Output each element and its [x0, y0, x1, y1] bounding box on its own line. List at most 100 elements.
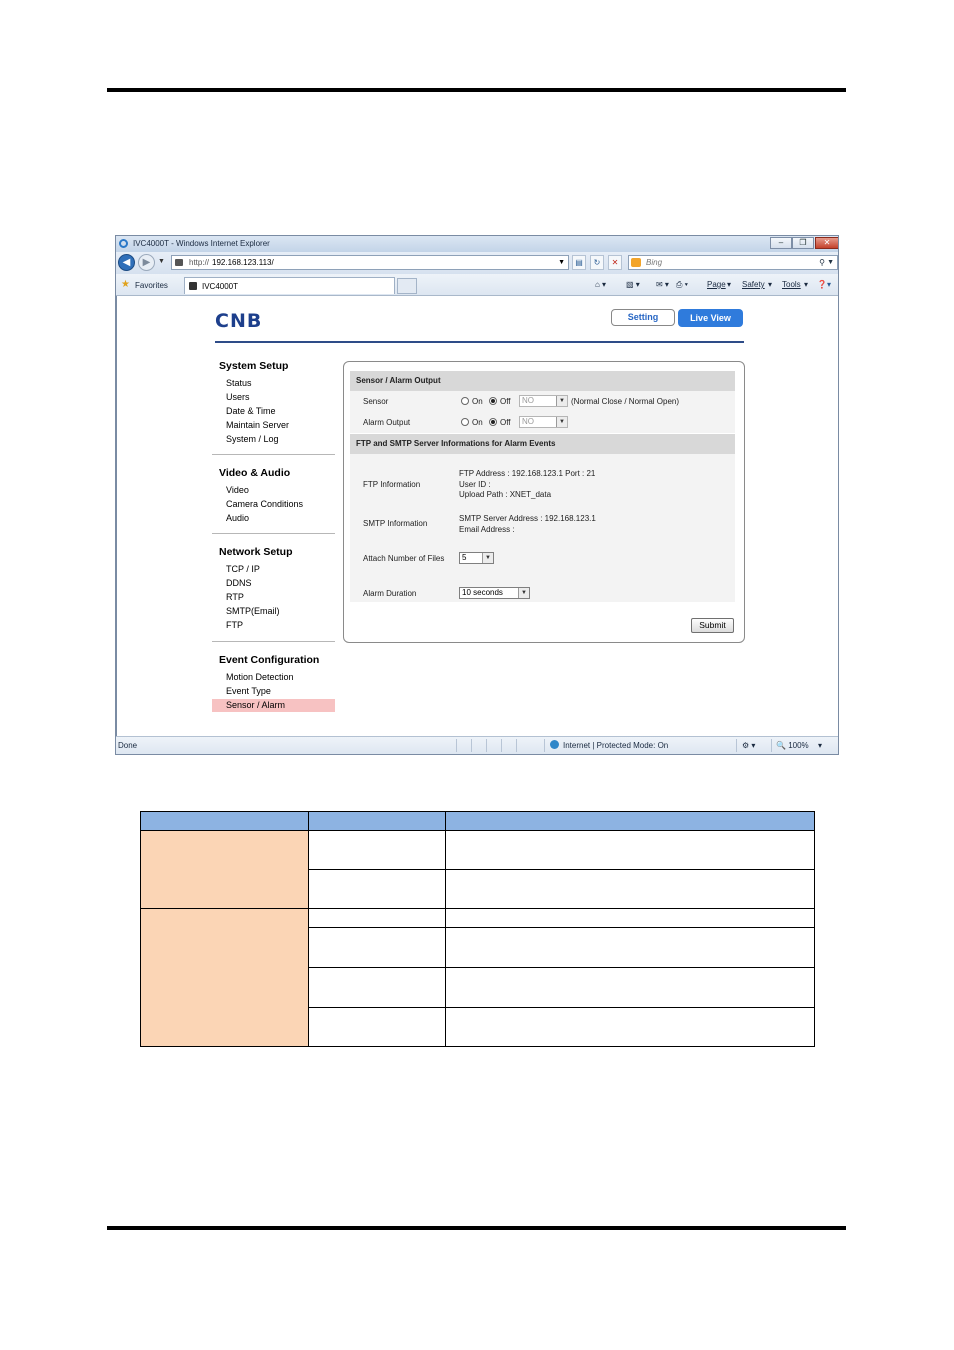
search-icon[interactable]: ⚲ [819, 256, 825, 269]
attach-files-select[interactable]: 5 ▼ [459, 552, 494, 564]
browser-tab[interactable]: IVC4000T [184, 277, 395, 294]
print-icon[interactable]: ⎙ ▾ [676, 280, 688, 290]
section-title-sensor-alarm-output: Sensor / Alarm Output [350, 371, 735, 391]
sensor-on-label: On [472, 397, 483, 406]
settings-description-table [140, 811, 815, 1047]
safety-menu-arrow-icon[interactable]: ▾ [768, 280, 772, 289]
sidebar-item-maintain-server[interactable]: Maintain Server [226, 420, 289, 430]
smtp-information-label: SMTP Information [363, 519, 428, 528]
sidebar-item-status[interactable]: Status [226, 378, 252, 388]
tools-menu[interactable]: Tools [782, 280, 801, 289]
sidebar-item-sensor-alarm[interactable]: Sensor / Alarm [212, 699, 335, 712]
page-top-rule [107, 88, 846, 92]
alarm-output-type-value: NO [522, 417, 534, 426]
table-header-cell [308, 811, 446, 831]
table-header-row [140, 811, 815, 831]
address-dropdown-icon[interactable]: ▼ [558, 256, 565, 269]
sensor-type-select[interactable]: NO ▼ [519, 395, 568, 407]
back-button[interactable]: ◀ [118, 254, 135, 271]
sidebar-item-system-log[interactable]: System / Log [226, 434, 279, 444]
refresh-icon[interactable]: ↻ [590, 255, 604, 270]
url-prefix: http:// [189, 258, 210, 267]
tab-page-icon [189, 282, 197, 290]
attach-files-value: 5 [462, 553, 467, 562]
sidebar-item-ftp[interactable]: FTP [226, 620, 243, 630]
status-divider [471, 739, 472, 752]
forward-button[interactable]: ▶ [138, 254, 155, 271]
zoom-level[interactable]: 🔍 100% [776, 741, 809, 750]
safety-menu[interactable]: Safety [742, 280, 765, 289]
sidebar-group-system-setup: System Setup [219, 360, 289, 372]
attach-files-label: Attach Number of Files [363, 554, 445, 563]
compatibility-view-icon[interactable]: ▤ [572, 255, 586, 270]
sidebar-item-camera-conditions[interactable]: Camera Conditions [226, 499, 303, 509]
title-bar: IVC4000T - Windows Internet Explorer – ❐… [116, 236, 838, 252]
table-cell [308, 1007, 446, 1047]
sensor-on-radio[interactable] [461, 397, 469, 405]
sidebar-item-motion-detection[interactable]: Motion Detection [226, 672, 294, 682]
submit-button[interactable]: Submit [691, 618, 734, 633]
home-icon[interactable]: ⌂ ▾ [595, 280, 606, 289]
page-bottom-rule [107, 1226, 846, 1230]
restore-button[interactable]: ❐ [792, 237, 814, 249]
favorites-star-icon[interactable]: ★ [121, 279, 130, 290]
sidebar-item-video[interactable]: Video [226, 485, 249, 495]
sidebar-divider [212, 641, 335, 642]
minimize-button[interactable]: – [770, 237, 792, 249]
sidebar-item-rtp[interactable]: RTP [226, 592, 244, 602]
table-cell [445, 869, 815, 909]
sidebar-group-video-audio: Video & Audio [219, 467, 291, 479]
protected-mode-icon[interactable]: ⚙ ▾ [742, 741, 755, 750]
url-host: 192.168.123.113/ [212, 258, 274, 267]
setting-button[interactable]: Setting [611, 309, 675, 326]
alarm-output-off-label: Off [500, 418, 511, 427]
table-cell [308, 927, 446, 968]
status-divider [544, 739, 545, 752]
alarm-output-on-radio[interactable] [461, 418, 469, 426]
sensor-alarm-panel: Sensor / Alarm Output Sensor On Off NO ▼… [343, 361, 745, 643]
search-dropdown-icon[interactable]: ▼ [827, 256, 834, 269]
zoom-dropdown-icon[interactable]: ▾ [818, 741, 822, 750]
page-menu-arrow-icon[interactable]: ▾ [727, 280, 731, 289]
tab-title: IVC4000T [202, 282, 239, 291]
ftp-information-label: FTP Information [363, 480, 421, 489]
history-dropdown-icon[interactable]: ▼ [158, 258, 165, 265]
favorites-bar: ★ Favorites IVC4000T ⌂ ▾ ▧ ▾ ✉ ▾ ⎙ ▾ Pag… [116, 274, 838, 296]
security-zone-text[interactable]: Internet | Protected Mode: On [563, 741, 668, 750]
new-tab-button[interactable] [397, 278, 417, 294]
table-group-cell [140, 908, 309, 1047]
sidebar-item-users[interactable]: Users [226, 392, 250, 402]
sidebar-item-audio[interactable]: Audio [226, 513, 249, 523]
sidebar-item-event-type[interactable]: Event Type [226, 686, 271, 696]
address-input[interactable]: http:// 192.168.123.113/ ▼ [171, 255, 569, 270]
close-button[interactable]: ✕ [815, 237, 838, 249]
status-divider [501, 739, 502, 752]
sidebar-item-tcp-ip[interactable]: TCP / IP [226, 564, 260, 574]
mail-icon[interactable]: ✉ ▾ [656, 280, 669, 289]
sidebar-item-ddns[interactable]: DDNS [226, 578, 252, 588]
browser-window: IVC4000T - Windows Internet Explorer – ❐… [115, 235, 839, 755]
web-content: CNB Setting Live View System Setup Statu… [116, 296, 838, 736]
chevron-down-icon: ▼ [556, 417, 567, 427]
sidebar-item-smtp-email[interactable]: SMTP(Email) [226, 606, 280, 616]
live-view-button[interactable]: Live View [678, 309, 743, 327]
alarm-output-off-radio[interactable] [489, 418, 497, 426]
ftp-user-id-text: User ID : [459, 480, 491, 489]
sidebar-item-date-time[interactable]: Date & Time [226, 406, 276, 416]
table-row [140, 908, 815, 1047]
stop-icon[interactable]: ✕ [608, 255, 622, 270]
help-icon[interactable]: ❓▾ [817, 280, 831, 289]
search-input[interactable]: Bing ⚲ ▼ [628, 255, 838, 270]
alarm-duration-select[interactable]: 10 seconds ▼ [459, 587, 530, 599]
tools-menu-arrow-icon[interactable]: ▾ [804, 280, 808, 289]
sensor-off-radio[interactable] [489, 397, 497, 405]
page-menu[interactable]: Page [707, 280, 726, 289]
table-cell [308, 908, 446, 928]
alarm-output-type-select[interactable]: NO ▼ [519, 416, 568, 428]
feeds-icon[interactable]: ▧ ▾ [626, 280, 640, 289]
favorites-button[interactable]: Favorites [135, 281, 168, 290]
status-divider [486, 739, 487, 752]
table-cell [308, 830, 446, 870]
status-divider [771, 739, 772, 752]
table-cell [445, 967, 815, 1008]
